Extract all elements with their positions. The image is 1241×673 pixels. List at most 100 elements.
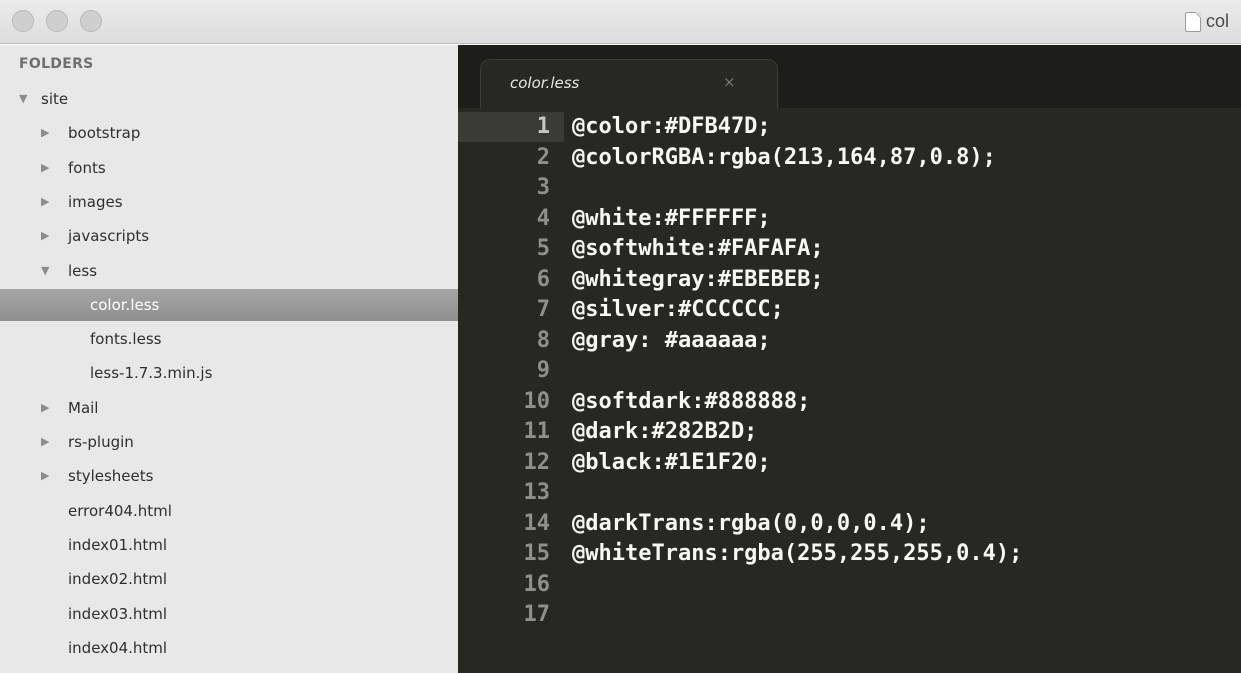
sidebar-folder[interactable]: ▶ rs-plugin — [0, 426, 458, 458]
sidebar-item-label: index03.html — [68, 605, 168, 623]
code-line[interactable]: 3 — [458, 173, 1241, 203]
sidebar-item-label: less-1.7.3.min.js — [90, 364, 213, 382]
code-text[interactable]: @softwhite:#FAFAFA; — [572, 234, 824, 264]
code-line[interactable]: 13 — [458, 478, 1241, 508]
code-text[interactable]: @color:#DFB47D; — [572, 112, 771, 142]
code-line[interactable]: 2 @colorRGBA:rgba(213,164,87,0.8); — [458, 143, 1241, 173]
sidebar-folder[interactable]: ▶ images — [0, 186, 458, 218]
sidebar-file[interactable]: index01.html — [0, 529, 458, 561]
code-text[interactable]: @white:#FFFFFF; — [572, 204, 771, 234]
sidebar-item-label: error404.html — [68, 502, 172, 520]
sidebar-folder[interactable]: ▼ site — [0, 83, 458, 115]
sidebar-item-label: bootstrap — [68, 124, 141, 142]
sidebar-file[interactable]: fonts.less — [0, 323, 458, 355]
line-number: 14 — [523, 511, 551, 536]
sidebar-folder[interactable]: ▶ javascripts — [0, 220, 458, 252]
line-number: 7 — [536, 297, 550, 322]
code-line[interactable]: 1 @color:#DFB47D; — [458, 112, 1241, 142]
code-text[interactable]: @silver:#CCCCCC; — [572, 295, 784, 325]
code-line[interactable]: 14 @darkTrans:rgba(0,0,0,0.4); — [458, 509, 1241, 539]
sidebar-file[interactable]: error404.html — [0, 495, 458, 527]
code-line[interactable]: 8 @gray: #aaaaaa; — [458, 326, 1241, 356]
sidebar-item-label: site — [41, 90, 69, 108]
code-line[interactable]: 11 @dark:#282B2D; — [458, 417, 1241, 447]
sidebar-folder[interactable]: ▶ Mail — [0, 392, 458, 424]
sidebar-file[interactable]: less-1.7.3.min.js — [0, 357, 458, 389]
line-number: 5 — [536, 236, 550, 261]
sidebar-folder[interactable]: ▶ fonts — [0, 152, 458, 184]
disclosure-closed-icon[interactable]: ▶ — [41, 392, 49, 424]
disclosure-closed-icon[interactable]: ▶ — [41, 220, 49, 252]
sidebar-item-label: rs-plugin — [68, 433, 134, 451]
sidebar-item-label: color.less — [90, 296, 160, 314]
sidebar-item-label: index01.html — [68, 536, 168, 554]
editor-window: col FOLDERS ▼ site ▶ bootstrap ▶ fonts ▶ images… — [0, 0, 1241, 673]
sidebar-item-label: index04.html — [68, 639, 168, 657]
line-number: 1 — [536, 114, 550, 139]
minimize-window-button[interactable] — [46, 10, 68, 32]
code-line[interactable]: 16 — [458, 570, 1241, 600]
line-number: 6 — [536, 267, 550, 292]
tab-bar: color.less × — [458, 45, 1241, 108]
code-line[interactable]: 12 @black:#1E1F20; — [458, 448, 1241, 478]
disclosure-closed-icon[interactable]: ▶ — [41, 117, 49, 149]
sidebar-file[interactable]: index04.html — [0, 632, 458, 664]
sidebar-item-label: Mail — [68, 399, 99, 417]
line-number: 11 — [523, 419, 551, 444]
disclosure-open-icon[interactable]: ▼ — [41, 255, 49, 287]
sidebar-file[interactable]: color.less — [0, 289, 458, 321]
code-text[interactable]: @whiteTrans:rgba(255,255,255,0.4); — [572, 539, 1022, 569]
sidebar-item-label: images — [68, 193, 123, 211]
code-text[interactable]: @colorRGBA:rgba(213,164,87,0.8); — [572, 143, 996, 173]
code-text[interactable]: @darkTrans:rgba(0,0,0,0.4); — [572, 509, 930, 539]
folders-header: FOLDERS — [19, 56, 94, 72]
code-line[interactable]: 6 @whitegray:#EBEBEB; — [458, 265, 1241, 295]
code-line[interactable]: 10 @softdark:#888888; — [458, 387, 1241, 417]
code-line[interactable]: 4 @white:#FFFFFF; — [458, 204, 1241, 234]
code-area[interactable]: 1 @color:#DFB47D; 2 @colorRGBA:rgba(213,164… — [458, 112, 1241, 673]
code-text[interactable]: @softdark:#888888; — [572, 387, 810, 417]
document-icon — [1185, 12, 1201, 32]
title-bar[interactable]: col — [0, 0, 1241, 44]
sidebar-item-label: fonts.less — [90, 330, 162, 348]
line-number: 17 — [523, 602, 551, 627]
line-number: 4 — [536, 206, 550, 231]
sidebar-file[interactable]: index03.html — [0, 598, 458, 630]
zoom-window-button[interactable] — [80, 10, 102, 32]
line-number: 12 — [523, 450, 551, 475]
line-number: 3 — [536, 175, 550, 200]
sidebar-folder[interactable]: ▶ stylesheets — [0, 460, 458, 492]
close-window-button[interactable] — [12, 10, 34, 32]
disclosure-closed-icon[interactable]: ▶ — [41, 186, 49, 218]
code-line[interactable]: 17 — [458, 600, 1241, 630]
code-line[interactable]: 15 @whiteTrans:rgba(255,255,255,0.4); — [458, 539, 1241, 569]
sidebar-item-label: fonts — [68, 159, 106, 177]
line-number: 8 — [536, 328, 550, 353]
code-editor[interactable]: color.less × 1 @color:#DFB47D; 2 @colorRGBA… — [458, 45, 1241, 673]
code-text[interactable]: @gray: #aaaaaa; — [572, 326, 771, 356]
code-line[interactable]: 9 — [458, 356, 1241, 386]
line-number: 16 — [523, 572, 551, 597]
line-number: 10 — [523, 389, 551, 414]
code-text[interactable]: @dark:#282B2D; — [572, 417, 757, 447]
line-number: 15 — [523, 541, 551, 566]
code-text[interactable]: @black:#1E1F20; — [572, 448, 771, 478]
tab-close-icon[interactable]: × — [723, 73, 736, 91]
line-number: 9 — [536, 358, 550, 383]
sidebar-folder[interactable]: ▶ bootstrap — [0, 117, 458, 149]
disclosure-closed-icon[interactable]: ▶ — [41, 152, 49, 184]
window-title: col — [1206, 11, 1230, 31]
sidebar-item-label: javascripts — [68, 227, 150, 245]
sidebar-folder[interactable]: ▼ less — [0, 255, 458, 287]
tab-color-less[interactable]: color.less × — [480, 59, 778, 108]
code-text[interactable]: @whitegray:#EBEBEB; — [572, 265, 824, 295]
line-number: 2 — [536, 145, 550, 170]
disclosure-closed-icon[interactable]: ▶ — [41, 460, 49, 492]
disclosure-open-icon[interactable]: ▼ — [19, 83, 27, 115]
code-line[interactable]: 7 @silver:#CCCCCC; — [458, 295, 1241, 325]
line-number: 13 — [523, 480, 551, 505]
code-line[interactable]: 5 @softwhite:#FAFAFA; — [458, 234, 1241, 264]
disclosure-closed-icon[interactable]: ▶ — [41, 426, 49, 458]
sidebar-item-label: less — [68, 262, 98, 280]
sidebar-file[interactable]: index02.html — [0, 563, 458, 595]
